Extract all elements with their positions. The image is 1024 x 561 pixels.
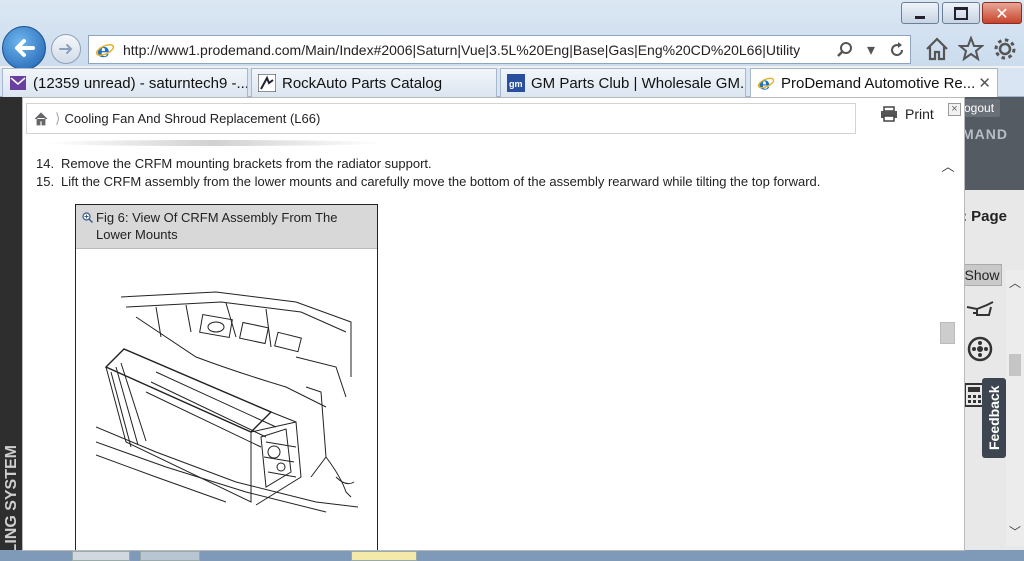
- print-button[interactable]: Print: [880, 106, 934, 122]
- refresh-icon[interactable]: [884, 37, 910, 63]
- scroll-up-icon[interactable]: ︿: [1006, 274, 1024, 291]
- zoom-in-icon[interactable]: [82, 212, 93, 223]
- tab-label: RockAuto Parts Catalog: [282, 74, 443, 92]
- taskbar-item[interactable]: [351, 551, 417, 561]
- tab-strip: (12359 unread) - saturntech9 -... RockAu…: [0, 68, 1024, 97]
- svg-text:gm: gm: [509, 79, 523, 89]
- home-icon[interactable]: [27, 105, 55, 133]
- tab-close-icon[interactable]: ✕: [978, 74, 991, 92]
- page-scrollbar[interactable]: ︿ ﹀: [1006, 270, 1024, 546]
- section-divider: [43, 140, 383, 146]
- step-text: Lift the CRFM assembly from the lower mo…: [61, 174, 821, 189]
- ie-icon: e: [757, 74, 775, 92]
- figure-panel: Fig 6: View Of CRFM Assembly From The Lo…: [75, 204, 378, 550]
- tab-gm-parts[interactable]: gm GM Parts Club | Wholesale GM...: [500, 68, 746, 97]
- printer-icon: [881, 106, 897, 122]
- print-label: Print: [905, 106, 934, 122]
- breadcrumb: ⟩ Cooling Fan And Shroud Replacement (L6…: [26, 103, 856, 134]
- step-number: 14.: [36, 156, 55, 171]
- taskbar-item[interactable]: [140, 551, 200, 561]
- address-url[interactable]: http://www1.prodemand.com/Main/Index#200…: [123, 42, 832, 58]
- figure-caption-line: Lower Mounts: [96, 227, 178, 242]
- restore-button[interactable]: [942, 2, 980, 24]
- tab-mail[interactable]: (12359 unread) - saturntech9 -...: [2, 68, 248, 97]
- scroll-thumb[interactable]: [940, 322, 955, 344]
- rockauto-icon: [258, 74, 276, 92]
- tab-label: GM Parts Club | Wholesale GM...: [531, 74, 746, 92]
- section-label: LING SYSTEM: [3, 444, 20, 553]
- tab-prodemand[interactable]: e ProDemand Automotive Re... ✕: [750, 68, 998, 97]
- minimize-button[interactable]: [901, 2, 939, 24]
- procedure-content: 14. Remove the CRFM mounting brackets fro…: [23, 150, 938, 550]
- tab-label: (12359 unread) - saturntech9 -...: [33, 74, 248, 92]
- forward-button[interactable]: [51, 34, 81, 64]
- breadcrumb-separator: ⟩: [55, 110, 61, 126]
- left-section-strip: LING SYSTEM: [0, 97, 22, 561]
- step-number: 15.: [36, 174, 55, 189]
- procedure-step: 14. Remove the CRFM mounting brackets fro…: [36, 156, 432, 171]
- breadcrumb-title[interactable]: Cooling Fan And Shroud Replacement (L66): [64, 111, 320, 126]
- brand-text: MAND: [962, 126, 1008, 142]
- tab-rockauto[interactable]: RockAuto Parts Catalog: [251, 68, 497, 97]
- favorites-star-icon[interactable]: [956, 34, 986, 64]
- gear-icon[interactable]: [990, 34, 1020, 64]
- tab-label: ProDemand Automotive Re...: [781, 74, 976, 92]
- dialog-close-button[interactable]: ×: [948, 103, 961, 116]
- figure-caption-line: Fig 6: View Of CRFM Assembly From The: [96, 210, 338, 225]
- page-label: : Page: [962, 208, 1008, 225]
- dropdown-arrow-icon[interactable]: ▾: [858, 37, 884, 63]
- oil-can-icon[interactable]: [960, 292, 1000, 326]
- close-window-button[interactable]: ✕: [982, 2, 1022, 24]
- taskbar-item[interactable]: [72, 551, 130, 561]
- gm-icon: gm: [507, 74, 525, 92]
- show-button[interactable]: Show: [962, 264, 1002, 286]
- scroll-up-icon[interactable]: ︿: [938, 156, 958, 175]
- crfm-assembly-illustration: [96, 291, 358, 513]
- figure-header[interactable]: Fig 6: View Of CRFM Assembly From The Lo…: [76, 205, 377, 249]
- step-text: Remove the CRFM mounting brackets from t…: [61, 156, 432, 171]
- procedure-dialog: ⟩ Cooling Fan And Shroud Replacement (L6…: [22, 97, 965, 551]
- mail-icon: [9, 74, 27, 92]
- home-icon[interactable]: [922, 34, 952, 64]
- procedure-step: 15. Lift the CRFM assembly from the lower…: [36, 174, 820, 189]
- back-button[interactable]: [2, 26, 46, 70]
- scroll-down-icon[interactable]: ﹀: [1006, 523, 1024, 540]
- wheel-icon[interactable]: [960, 332, 1000, 366]
- back-arrow-icon: [15, 39, 35, 57]
- address-bar[interactable]: e http://www1.prodemand.com/Main/Index#2…: [88, 35, 911, 64]
- forward-arrow-icon: [59, 44, 73, 54]
- content-scrollbar[interactable]: ︿: [938, 150, 958, 550]
- ie-icon: e: [93, 38, 117, 62]
- close-icon: ✕: [995, 3, 1009, 23]
- scroll-thumb[interactable]: [1009, 354, 1021, 376]
- feedback-tab[interactable]: Feedback: [982, 378, 1006, 458]
- search-icon[interactable]: [832, 37, 858, 63]
